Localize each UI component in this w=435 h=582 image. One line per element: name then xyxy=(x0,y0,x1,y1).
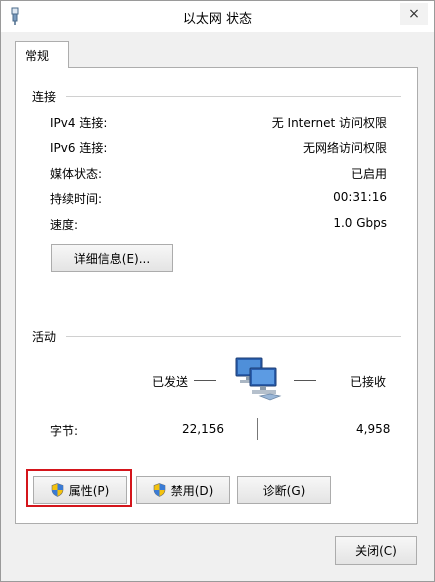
ethernet-status-window: 以太网 状态 × 常规 连接 IPv4 连接: 无 Internet 访问权限 … xyxy=(0,0,435,582)
window-title: 以太网 状态 xyxy=(182,12,253,27)
received-dash xyxy=(294,380,316,381)
received-label: 已接收 xyxy=(350,375,387,389)
connection-group-divider xyxy=(66,96,401,97)
disable-button-label: 禁用(D) xyxy=(170,483,214,498)
speed-label: 速度: xyxy=(50,218,79,232)
close-button[interactable]: 关闭(C) xyxy=(335,536,417,565)
duration-value: 00:31:16 xyxy=(333,190,387,204)
tab-general[interactable]: 常规 xyxy=(15,41,69,68)
media-state-label: 媒体状态: xyxy=(50,167,103,181)
properties-highlight-box xyxy=(26,469,132,507)
ipv6-value: 无网络访问权限 xyxy=(302,141,387,155)
speed-value: 1.0 Gbps xyxy=(333,216,387,230)
connection-group-title: 连接 xyxy=(32,90,57,104)
disable-button[interactable]: 禁用(D) xyxy=(136,476,230,504)
uac-shield-icon xyxy=(153,483,165,497)
activity-group-title: 活动 xyxy=(32,330,57,344)
bytes-sent-value: 22,156 xyxy=(182,422,224,436)
title-bar[interactable]: 以太网 状态 × xyxy=(1,1,434,32)
bytes-received-value: 4,958 xyxy=(356,422,391,436)
media-state-value: 已启用 xyxy=(350,167,387,181)
ipv6-label: IPv6 连接: xyxy=(50,141,108,155)
details-button[interactable]: 详细信息(E)... xyxy=(51,244,173,272)
bytes-divider xyxy=(257,418,258,440)
ipv4-label: IPv4 连接: xyxy=(50,116,108,130)
diagnose-button[interactable]: 诊断(G) xyxy=(237,476,331,504)
close-window-button[interactable]: × xyxy=(400,3,428,25)
sent-label: 已发送 xyxy=(152,375,189,389)
activity-group-divider xyxy=(66,336,401,337)
bytes-label: 字节: xyxy=(50,424,79,438)
network-computer-icon xyxy=(235,357,282,401)
tab-panel-general: 连接 IPv4 连接: 无 Internet 访问权限 IPv6 连接: 无网络… xyxy=(15,67,418,524)
sent-dash xyxy=(194,380,216,381)
duration-label: 持续时间: xyxy=(50,192,103,206)
ipv4-value: 无 Internet 访问权限 xyxy=(271,116,387,130)
